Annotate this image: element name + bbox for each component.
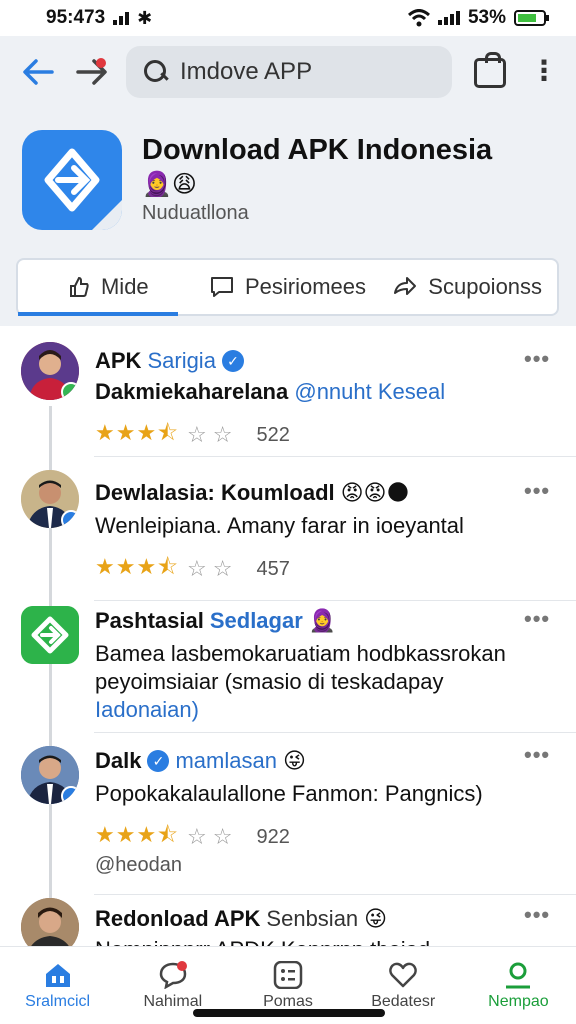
bag-icon[interactable]	[474, 52, 506, 88]
post-text: Popokakalaulallone Fanmon: Pangnics)	[95, 781, 483, 806]
star-empty-icon: ☆☆	[187, 422, 239, 447]
search-bar[interactable]: Imdove APP	[126, 46, 452, 98]
app-emoji: 🧕😩	[142, 171, 197, 198]
app-subtitle: Nuduatllona	[142, 202, 249, 224]
verified-icon: ✓	[221, 350, 244, 372]
tab-scupoionss[interactable]: Scupoionss	[377, 260, 557, 314]
notification-dot	[96, 58, 106, 68]
heart-icon	[389, 962, 418, 988]
divider	[94, 600, 576, 601]
tab-label: Pesiriomees	[244, 274, 367, 299]
rating-stars: ★★★⯪ ☆☆ 522	[95, 416, 290, 454]
feed-list[interactable]: APK Sarigia ✓ Dakmiekaharelana @nnuht Ke…	[0, 326, 576, 946]
emoji: 😜	[364, 906, 388, 931]
app-avatar[interactable]	[21, 606, 79, 664]
post-handle[interactable]: @heodan	[95, 854, 182, 877]
post-author[interactable]: Dalk ✓ mamlasan 😜	[95, 748, 306, 774]
chat-icon	[210, 277, 233, 297]
app-title: Download APK Indonesia	[142, 134, 493, 166]
more-options-icon[interactable]: •••	[524, 902, 552, 928]
avatar[interactable]	[21, 470, 79, 528]
star-filled-icon: ★★★⯪	[95, 822, 180, 847]
avatar[interactable]	[21, 898, 79, 946]
nav-item-home[interactable]: Sralmcicl	[0, 947, 115, 1024]
star-empty-icon: ☆☆	[187, 824, 239, 849]
emoji: 😜	[282, 748, 306, 773]
divider	[94, 894, 576, 895]
avatar[interactable]	[21, 342, 79, 400]
star-filled-icon: ★★★⯪	[95, 420, 180, 445]
wifi-icon	[407, 9, 430, 27]
avatar[interactable]	[21, 746, 79, 804]
app-icon	[22, 130, 122, 230]
tab-label: Scupoionss	[428, 274, 543, 299]
chat-icon	[159, 961, 187, 989]
star-filled-icon: ★★★⯪	[95, 554, 180, 579]
back-button[interactable]	[18, 52, 58, 92]
post-author[interactable]: Redonload APK Senbsian 😜	[95, 906, 387, 932]
more-options-icon[interactable]: ⋮	[530, 54, 558, 90]
star-empty-icon: ☆☆	[187, 556, 239, 581]
more-options-icon[interactable]: •••	[524, 478, 552, 504]
nav-item-profile[interactable]: Nempao	[461, 947, 576, 1024]
post-author[interactable]: Pashtasial Sedlagar 🧕	[95, 608, 336, 634]
verified-badge-icon	[61, 382, 79, 400]
rating-stars: ★★★⯪ ☆☆ 922	[95, 818, 290, 856]
rating-count: 922	[256, 825, 290, 848]
thumb-icon	[69, 276, 89, 297]
verified-badge-icon	[61, 786, 79, 804]
post-text: Bamea lasbemokaruatiam hodbkassrokan pey…	[95, 641, 506, 722]
apps-grid-icon	[273, 961, 303, 989]
cellular-icon	[437, 11, 460, 25]
share-icon	[394, 277, 417, 295]
tab-bar: Mide Pesiriomees Scupoionss	[16, 258, 559, 316]
emoji: 🧕	[308, 608, 337, 633]
battery-percent: 53%	[467, 7, 506, 28]
post-text: Dakmiekaharelana @nnuht Keseal	[95, 379, 446, 404]
emoji: 😡😡🌑	[340, 480, 410, 505]
verified-icon: ✓	[147, 750, 170, 772]
battery-icon	[514, 10, 549, 26]
home-icon	[45, 964, 70, 987]
notification-icon: ✱	[137, 7, 153, 28]
home-indicator[interactable]	[193, 1009, 385, 1017]
more-options-icon[interactable]: •••	[524, 606, 552, 632]
more-options-icon[interactable]: •••	[524, 742, 552, 768]
signal-icon	[113, 11, 130, 25]
post-text: Nemnipnnrr APDK Kennrnp theiad	[95, 936, 555, 946]
post-author[interactable]: APK Sarigia ✓	[95, 348, 244, 374]
rating-count: 457	[256, 557, 290, 580]
profile-icon	[506, 962, 531, 989]
search-icon	[144, 60, 168, 84]
rating-stars: ★★★⯪ ☆☆ 457	[95, 550, 290, 588]
forward-button[interactable]	[72, 52, 112, 92]
search-input[interactable]: Imdove APP	[180, 58, 312, 86]
rating-count: 522	[256, 423, 290, 446]
more-options-icon[interactable]: •••	[524, 346, 552, 372]
status-time: 95:473	[46, 7, 106, 28]
status-bar: 95:473 ✱ 53%	[0, 0, 576, 36]
top-bar: Imdove APP ⋮	[0, 44, 576, 100]
tab-label: Mide	[100, 274, 149, 299]
divider	[94, 732, 576, 733]
verified-badge-icon	[61, 510, 79, 528]
post-text: Wenleipiana. Amany farar in ioeyantal	[95, 513, 464, 538]
back-arrow-icon	[23, 59, 54, 85]
post-author[interactable]: Dewlalasia: Koumloadl 😡😡🌑	[95, 480, 409, 506]
tab-mide[interactable]: Mide	[18, 260, 198, 316]
divider	[94, 456, 576, 457]
tab-pesiriomees[interactable]: Pesiriomees	[198, 260, 378, 314]
